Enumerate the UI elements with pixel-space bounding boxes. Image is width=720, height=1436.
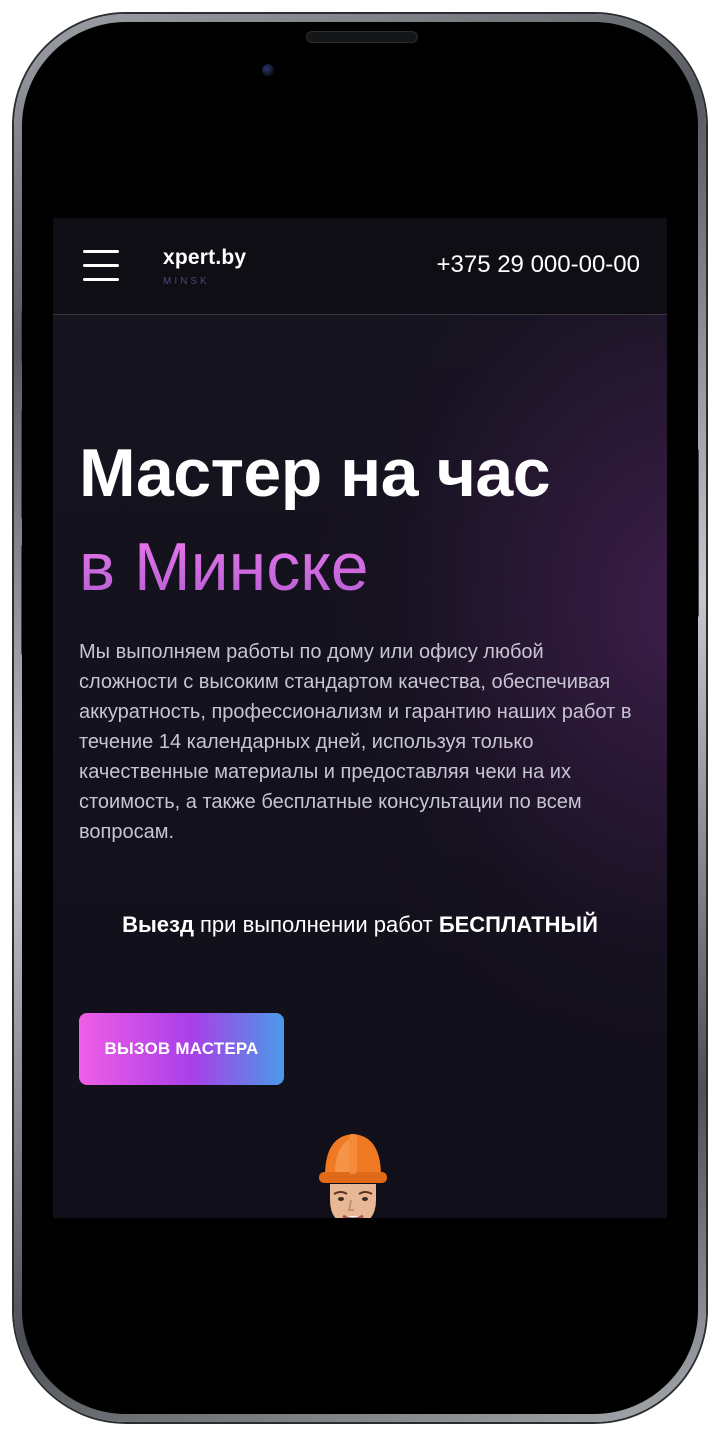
visit-bold-label: Выезд <box>122 912 194 937</box>
website-screen: xpert.by MINSK +375 29 000-00-00 Мастер … <box>53 218 667 1218</box>
earpiece-speaker <box>306 31 418 43</box>
site-logo[interactable]: xpert.by MINSK <box>163 246 246 287</box>
logo-city: MINSK <box>163 276 210 287</box>
hamburger-icon[interactable] <box>83 248 119 282</box>
hero-subtitle: в Минске <box>79 524 369 610</box>
phone-link[interactable]: +375 29 000-00-00 <box>436 251 640 279</box>
visit-middle-text: при выполнении работ <box>193 912 439 937</box>
hero-description: Мы выполняем работы по дому или офису лю… <box>79 641 632 843</box>
site-header: xpert.by MINSK +375 29 000-00-00 <box>53 218 667 315</box>
front-camera <box>262 64 274 76</box>
menu-line <box>83 250 119 253</box>
visit-free-label: БЕСПЛАТНЫЙ <box>438 912 598 937</box>
logo-name: xpert.by <box>163 246 247 269</box>
free-visit-note: Выезд при выполнении работ БЕСПЛАТНЫЙ <box>53 912 667 938</box>
menu-line <box>83 264 119 267</box>
worker-in-hard-hat <box>319 1134 387 1218</box>
hero-title: Мастер на час <box>79 435 551 511</box>
menu-line <box>83 278 119 281</box>
call-master-button[interactable]: ВЫЗОВ МАСТЕРА <box>79 1013 284 1085</box>
